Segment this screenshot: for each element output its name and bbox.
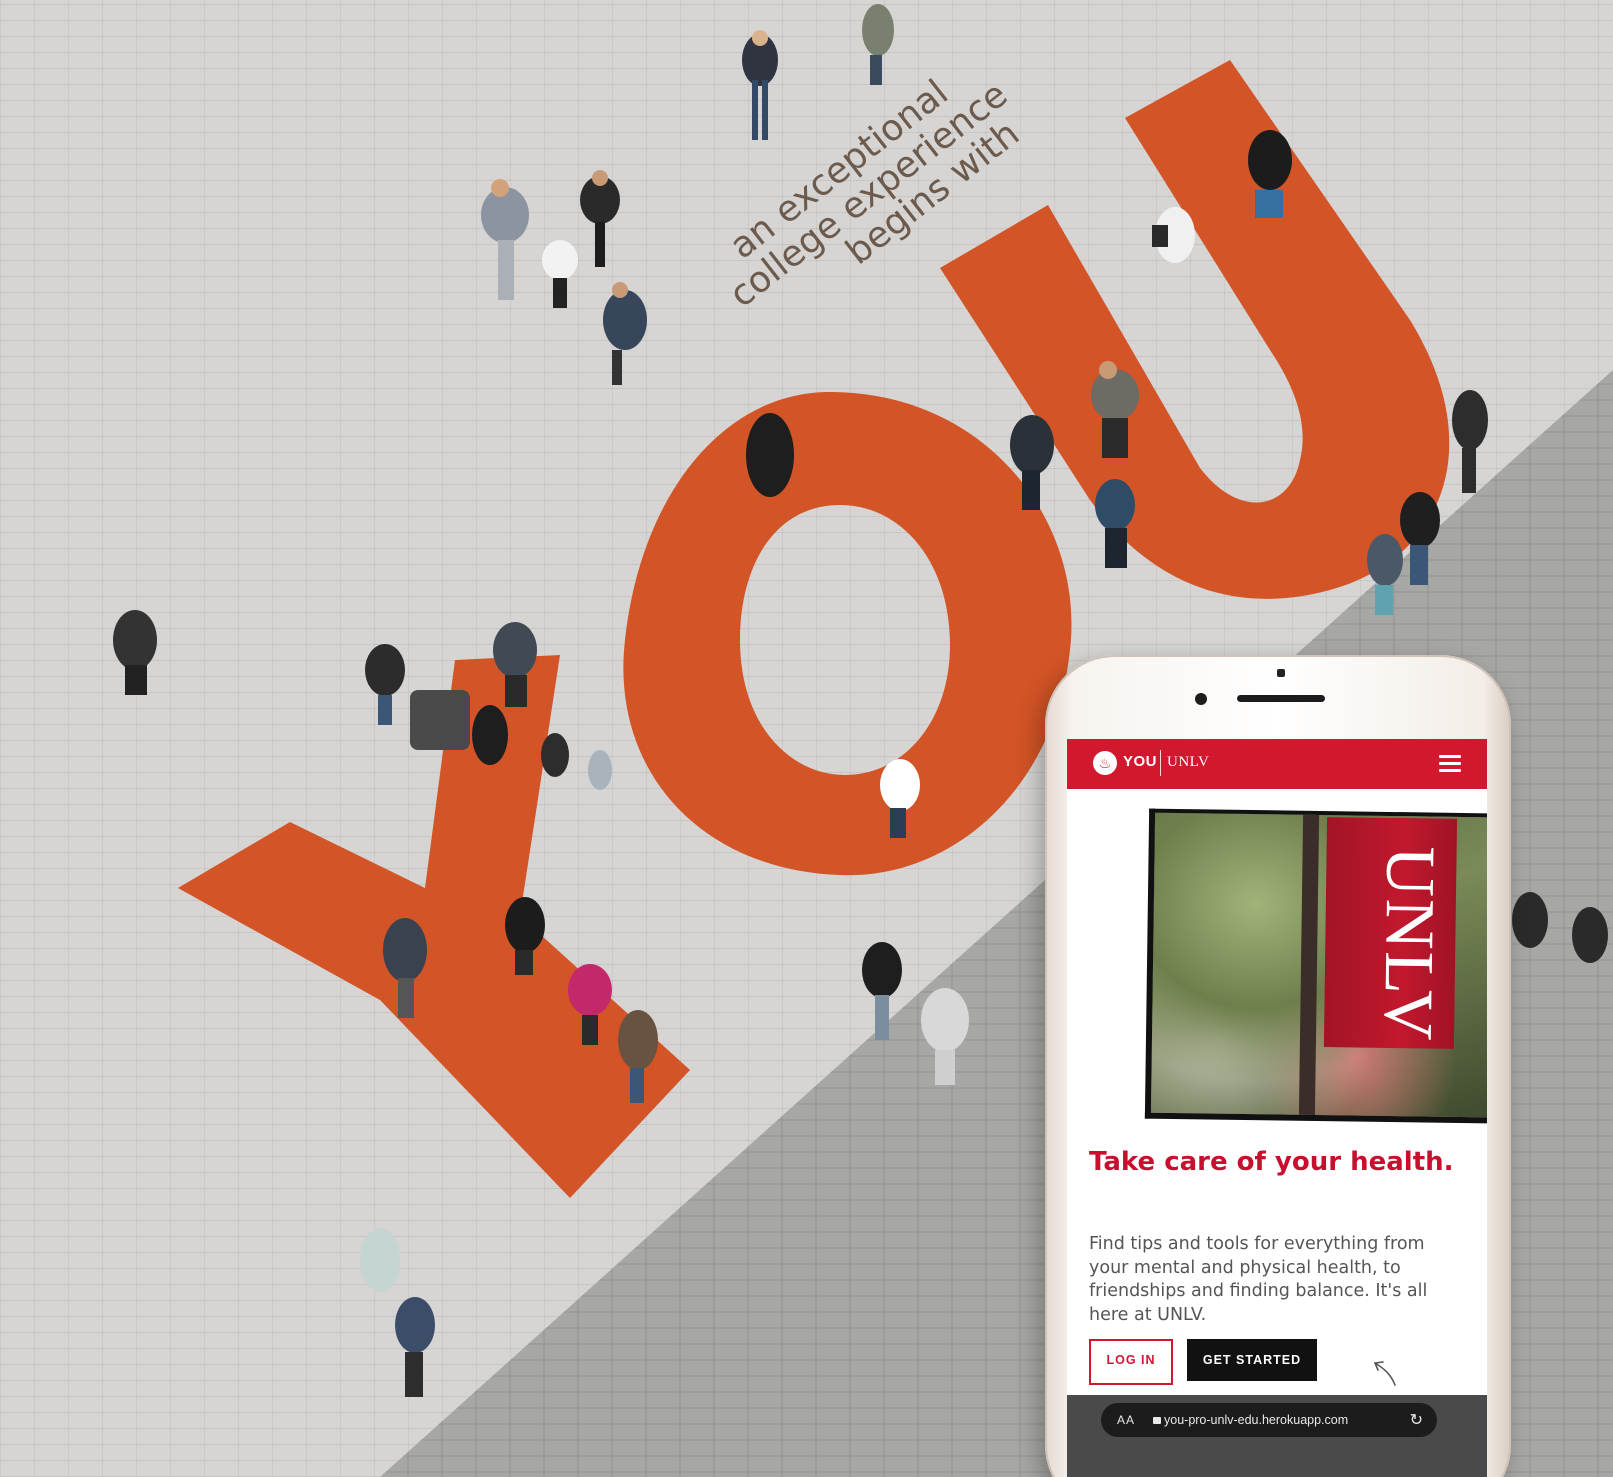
browser-toolbar: AA you-pro-unlv-edu.herokuapp.com ↻ bbox=[1067, 1395, 1487, 1477]
phone-screen: ♨ YOU UNLV UNLV Take care of your health… bbox=[1067, 739, 1487, 1477]
phone-sensor bbox=[1277, 669, 1285, 677]
page-headline: Take care of your health. bbox=[1089, 1147, 1454, 1177]
banner-pole bbox=[1298, 814, 1320, 1115]
get-started-button[interactable]: GET STARTED bbox=[1187, 1339, 1317, 1381]
intro-text: Find tips and tools for everything from … bbox=[1089, 1234, 1428, 1325]
earpiece-speaker bbox=[1237, 695, 1325, 702]
banner-text: UNLV bbox=[1368, 845, 1449, 1043]
front-camera bbox=[1195, 693, 1207, 705]
reader-aa-button[interactable]: AA bbox=[1117, 1413, 1135, 1427]
unlv-flame-logo-icon[interactable]: ♨ bbox=[1093, 751, 1117, 775]
ad-scene: an exceptional college experience begins… bbox=[0, 0, 1613, 1477]
arrow-doodle-icon bbox=[1374, 1361, 1396, 1386]
smartphone: ♨ YOU UNLV UNLV Take care of your health… bbox=[1045, 655, 1511, 1477]
lock-icon bbox=[1153, 1417, 1161, 1424]
brand-you[interactable]: YOU bbox=[1123, 753, 1157, 770]
brand-divider bbox=[1160, 750, 1161, 776]
hamburger-menu-icon[interactable] bbox=[1439, 755, 1461, 773]
address-bar[interactable]: AA you-pro-unlv-edu.herokuapp.com ↻ bbox=[1101, 1403, 1437, 1437]
url-display[interactable]: you-pro-unlv-edu.herokuapp.com bbox=[1153, 1413, 1348, 1427]
reload-icon[interactable]: ↻ bbox=[1410, 1410, 1423, 1430]
hero-image: UNLV bbox=[1144, 808, 1487, 1124]
login-button[interactable]: LOG IN bbox=[1089, 1339, 1173, 1385]
brand-unlv[interactable]: UNLV bbox=[1167, 754, 1209, 771]
site-header: ♨ YOU UNLV bbox=[1067, 739, 1487, 789]
url-text: you-pro-unlv-edu.herokuapp.com bbox=[1164, 1413, 1349, 1427]
